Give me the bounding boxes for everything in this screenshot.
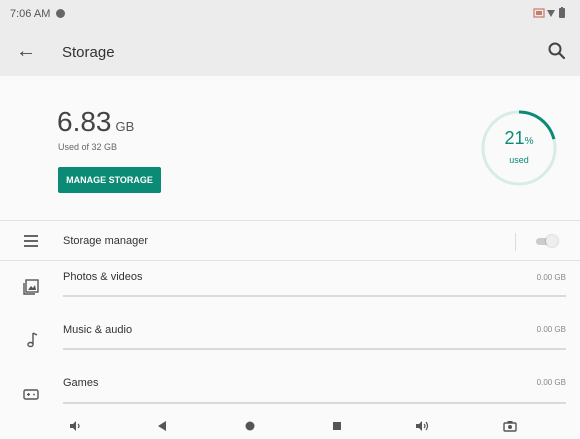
usage-percent-value: 21 xyxy=(504,128,525,148)
used-amount: 6.83 GB xyxy=(57,106,134,138)
photo-icon xyxy=(23,279,39,295)
category-row-photos[interactable]: Photos & videos 0.00 GB xyxy=(0,261,580,313)
category-label: Music & audio xyxy=(63,324,133,336)
gamepad-icon xyxy=(23,389,39,400)
camera-icon[interactable] xyxy=(500,416,520,436)
toggle-thumb xyxy=(546,235,558,247)
usage-percent-sign: % xyxy=(524,136,534,147)
storage-summary: 6.83 GB Used of 32 GB MANAGE STORAGE 21% … xyxy=(0,76,580,220)
volume-up-icon[interactable] xyxy=(413,416,433,436)
category-label: Games xyxy=(63,377,99,389)
storage-manager-label: Storage manager xyxy=(63,235,148,247)
usage-percent-label: used xyxy=(509,155,529,165)
manage-storage-button[interactable]: MANAGE STORAGE xyxy=(58,167,161,193)
category-size: 0.00 GB xyxy=(536,273,566,282)
back-triangle-icon[interactable] xyxy=(152,416,172,436)
category-size: 0.00 GB xyxy=(536,378,566,387)
usage-ring: 21% used xyxy=(479,108,559,188)
used-amount-value: 6.83 xyxy=(57,106,112,137)
storage-manager-row[interactable]: Storage manager xyxy=(0,221,580,261)
category-usage-bar xyxy=(63,348,566,350)
status-time: 7:06 AM xyxy=(10,8,51,20)
back-arrow-icon[interactable]: ← xyxy=(16,40,36,63)
home-circle-icon[interactable] xyxy=(240,416,260,436)
page-title: Storage xyxy=(62,44,115,61)
category-row-games[interactable]: Games 0.00 GB xyxy=(0,366,580,412)
used-amount-unit: GB xyxy=(115,119,135,134)
usage-percent: 21% xyxy=(479,128,559,149)
category-row-music[interactable]: Music & audio 0.00 GB xyxy=(0,313,580,365)
notification-dot-icon xyxy=(56,9,65,18)
navigation-bar xyxy=(0,412,580,439)
app-bar: ← Storage xyxy=(0,28,580,76)
search-icon[interactable] xyxy=(546,40,568,62)
recents-square-icon[interactable] xyxy=(327,416,347,436)
status-icons xyxy=(532,7,572,22)
status-bar: 7:06 AM xyxy=(0,0,580,28)
used-of-total: Used of 32 GB xyxy=(58,142,118,152)
toggle-separator xyxy=(515,233,516,251)
category-usage-bar xyxy=(63,295,566,297)
category-size: 0.00 GB xyxy=(536,325,566,334)
music-note-icon xyxy=(27,332,38,348)
volume-down-icon[interactable] xyxy=(66,416,86,436)
storage-manager-toggle[interactable] xyxy=(536,235,558,247)
category-label: Photos & videos xyxy=(63,271,143,283)
list-icon xyxy=(24,235,38,247)
category-usage-bar xyxy=(63,402,566,404)
status-tray-icons xyxy=(533,7,565,18)
